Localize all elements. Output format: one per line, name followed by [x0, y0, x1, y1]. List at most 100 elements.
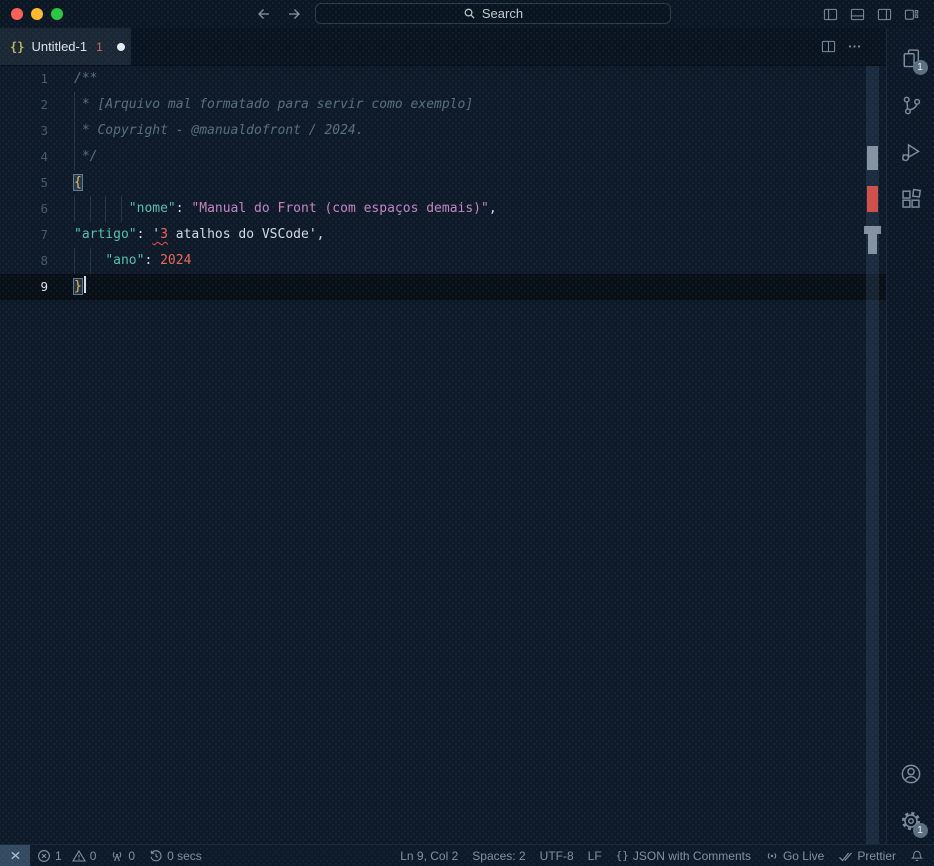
explorer-badge: 1 — [912, 60, 928, 75]
code-line-9[interactable]: 9} — [0, 274, 886, 300]
sidebar-item-settings[interactable]: 1 — [887, 797, 934, 844]
line-number: 1 — [40, 71, 48, 86]
title-bar: Search — [0, 0, 934, 28]
text-cursor — [83, 276, 86, 293]
code-line-2[interactable]: 2 * [Arquivo mal formatado para servir c… — [0, 92, 886, 118]
code-content: "artigo": '3 atalhos do VSCode', — [74, 227, 325, 242]
code-line-4[interactable]: 4 */ — [0, 144, 886, 170]
overview-ruler-mark — [864, 226, 881, 234]
sidebar-item-extensions[interactable] — [887, 175, 934, 222]
prettier-status[interactable]: Prettier — [831, 845, 903, 866]
line-number: 6 — [40, 201, 48, 216]
source-control-icon — [900, 94, 922, 116]
code-content: */ — [74, 144, 97, 170]
prettier-label: Prettier — [857, 848, 896, 863]
line-number: 2 — [40, 97, 48, 112]
indent-guide — [89, 196, 91, 222]
indentation-label: Spaces: 2 — [472, 848, 526, 863]
indent-guide — [74, 92, 75, 118]
json-file-icon: {} — [10, 39, 25, 54]
extensions-icon — [900, 188, 922, 210]
ports-status[interactable]: 0 — [103, 845, 142, 866]
eol-status[interactable]: LF — [581, 845, 609, 866]
forward-icon[interactable] — [286, 6, 304, 22]
more-actions-icon[interactable] — [847, 39, 862, 54]
code-content: * [Arquivo mal formatado para servir com… — [74, 92, 473, 118]
code-line-6[interactable]: 6 "nome": "Manual do Front (com espaços … — [0, 196, 886, 222]
error-count: 1 — [55, 848, 62, 863]
vscode-window: { "colors": { "bg": "#0d1826", "titlebar… — [0, 0, 934, 866]
code-line-5[interactable]: 5{ — [0, 170, 886, 196]
code-content: * Copyright - @manualdofront / 2024. — [74, 118, 364, 144]
history-nav — [256, 6, 304, 22]
indent-guide — [89, 248, 91, 274]
line-number: 4 — [40, 149, 48, 164]
indent-guide — [74, 118, 75, 144]
warning-icon — [71, 849, 86, 863]
code-line-3[interactable]: 3 * Copyright - @manualdofront / 2024. — [0, 118, 886, 144]
indent-guide — [74, 248, 75, 274]
go-live-label: Go Live — [782, 848, 825, 863]
remote-indicator[interactable] — [0, 845, 30, 866]
toggle-primary-sidebar-icon[interactable] — [823, 7, 838, 22]
encoding-status[interactable]: UTF-8 — [533, 845, 581, 866]
code-area[interactable]: 1 /** 2 * [Arquivo mal formatado para serv… — [0, 66, 886, 300]
sidebar-item-source-control[interactable] — [887, 81, 934, 128]
back-icon[interactable] — [256, 6, 274, 22]
layout-controls — [823, 7, 919, 22]
warning-count: 0 — [89, 848, 97, 863]
line-number: 8 — [40, 253, 48, 268]
broadcast-icon — [765, 849, 779, 863]
sidebar-item-accounts[interactable] — [887, 750, 934, 797]
overview-ruler-mark — [867, 146, 878, 170]
language-mode-status[interactable]: {} JSON with Comments — [609, 845, 758, 866]
activity-bar: 1 1 — [886, 28, 934, 844]
zoom-window-button[interactable] — [51, 8, 63, 20]
split-editor-icon[interactable] — [821, 39, 836, 54]
sidebar-item-run-and-debug[interactable] — [887, 128, 934, 175]
language-mode-label: JSON with Comments — [632, 848, 751, 863]
encoding-label: UTF-8 — [539, 848, 574, 863]
toggle-secondary-sidebar-icon[interactable] — [877, 7, 892, 22]
search-label: Search — [481, 6, 524, 21]
tab-bar: {} Untitled-1 1 — [0, 28, 934, 66]
radio-tower-icon — [110, 849, 124, 863]
notifications-button[interactable] — [903, 845, 934, 866]
code-line-1[interactable]: 1 /** — [0, 66, 886, 92]
minimize-window-button[interactable] — [31, 8, 43, 20]
line-number: 7 — [40, 227, 48, 242]
tab-label: Untitled-1 — [31, 39, 88, 54]
cursor-position-label: Ln 9, Col 2 — [400, 848, 459, 863]
error-icon — [37, 849, 51, 863]
account-icon — [899, 762, 923, 786]
timer-status[interactable]: 0 secs — [142, 845, 209, 866]
code-content: { — [73, 174, 83, 191]
settings-badge: 1 — [912, 823, 928, 838]
close-window-button[interactable] — [11, 8, 23, 20]
editor[interactable]: 1 /** 2 * [Arquivo mal formatado para serv… — [0, 66, 886, 844]
code-line-8[interactable]: 8 "ano": 2024 — [0, 248, 886, 274]
overview-ruler-error-mark — [867, 186, 878, 212]
problems-status[interactable]: 1 0 — [30, 845, 103, 866]
go-live-status[interactable]: Go Live — [758, 845, 831, 866]
command-center-search[interactable]: Search — [315, 3, 671, 24]
indentation-status[interactable]: Spaces: 2 — [465, 845, 532, 866]
code-content: /** — [74, 71, 98, 86]
tab-error-count: 1 — [96, 39, 103, 54]
status-bar: 1 0 0 0 secs Ln 9, Col 2 Spaces: 2 UTF-8… — [0, 844, 934, 866]
editor-actions — [821, 28, 862, 65]
code-line-7[interactable]: 7 "artigo": '3 atalhos do VSCode', — [0, 222, 886, 248]
tab-untitled-1[interactable]: {} Untitled-1 1 — [0, 28, 131, 65]
code-content: "nome": "Manual do Front (com espaços de… — [74, 196, 497, 222]
eol-label: LF — [587, 848, 602, 863]
indent-guide — [120, 196, 122, 222]
customize-layout-icon[interactable] — [904, 7, 919, 22]
cursor-position-status[interactable]: Ln 9, Col 2 — [393, 845, 465, 866]
indent-guide — [74, 144, 75, 170]
history-clock-icon — [149, 849, 163, 863]
editor-scrollbar[interactable] — [864, 66, 881, 844]
indent-guide — [74, 196, 75, 222]
modified-indicator-icon[interactable] — [116, 42, 125, 51]
sidebar-item-explorer[interactable]: 1 — [887, 34, 934, 81]
toggle-panel-icon[interactable] — [850, 7, 865, 22]
